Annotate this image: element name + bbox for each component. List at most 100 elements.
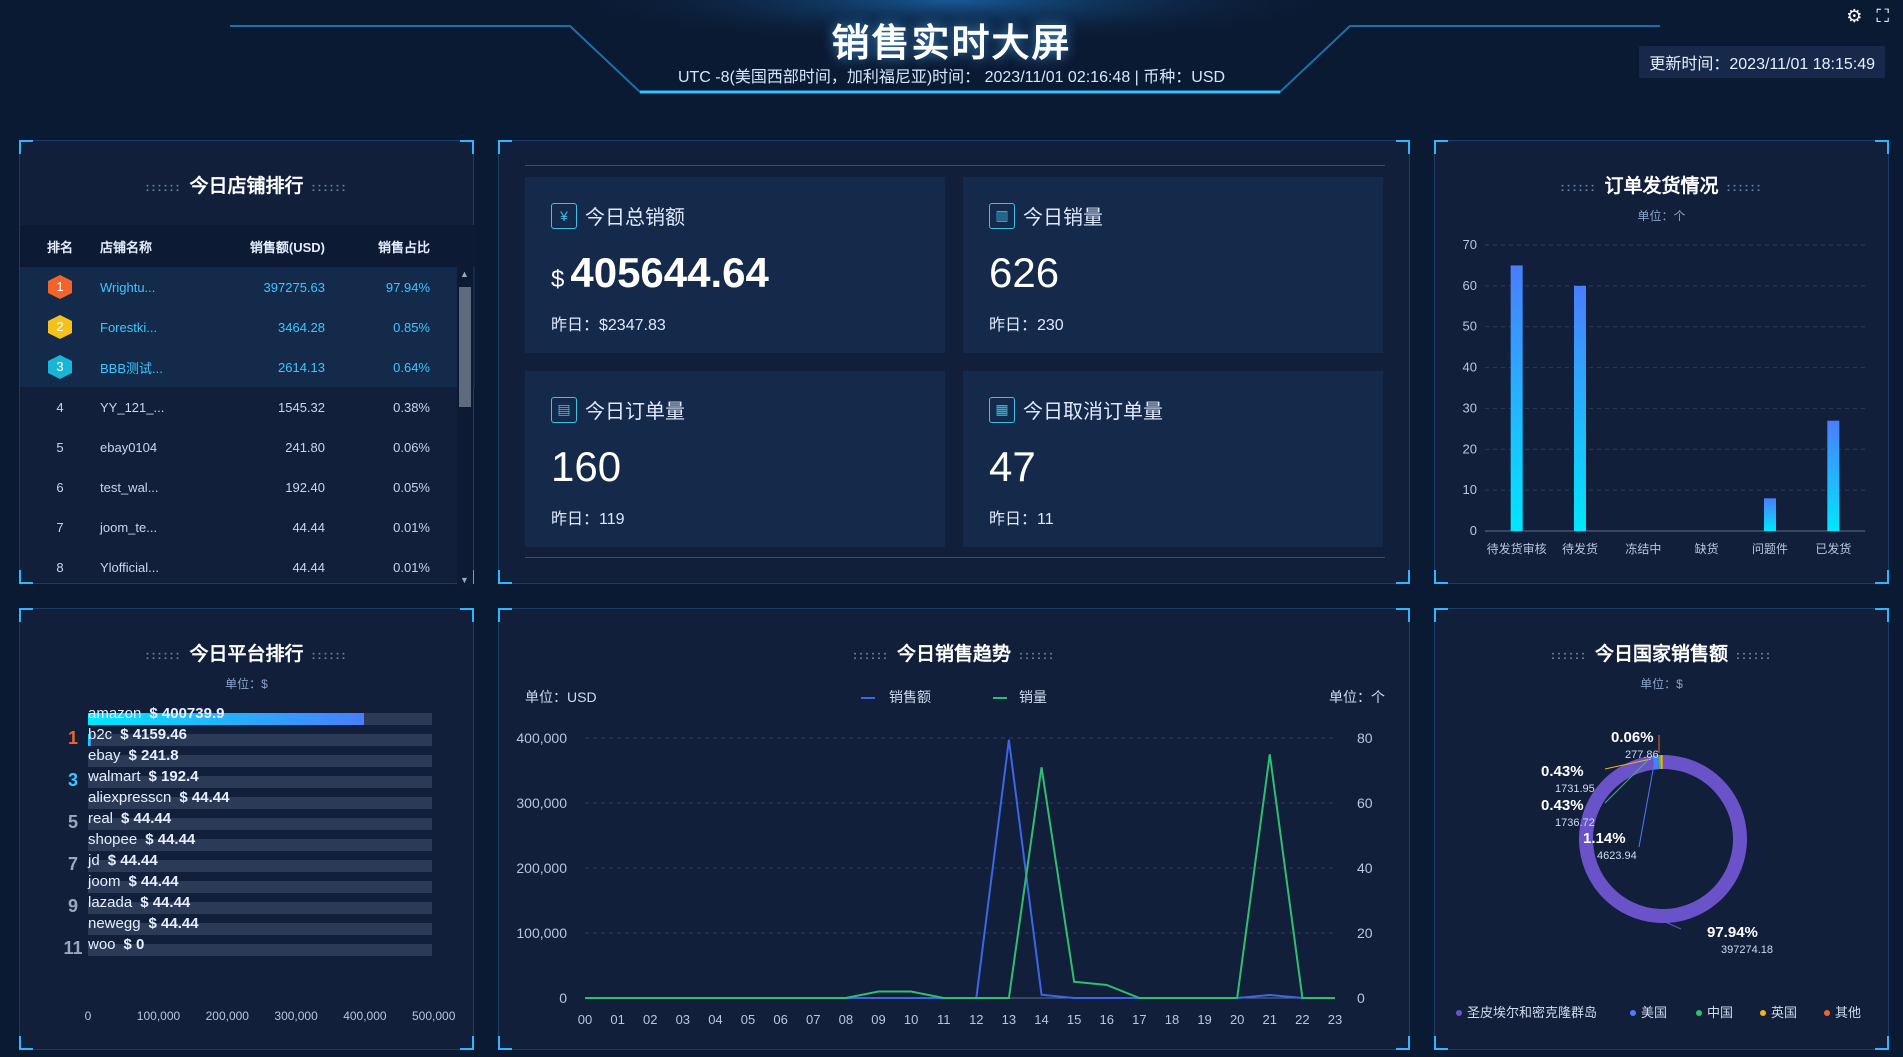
amount-cell: 241.80 [220,440,325,455]
platform-rank: 11 [58,938,88,959]
platform-name: newegg [88,915,141,932]
x-tick-label: 06 [773,1012,787,1027]
legend-sales-label: 销售额 [889,689,931,705]
rank-badge-icon: 2 [48,315,72,339]
x-tick-label: 16 [1100,1012,1114,1027]
ratio-cell: 0.85% [325,320,430,335]
x-tick-label: 冻结中 [1625,541,1661,556]
x-tick-label: 04 [708,1012,722,1027]
platform-row[interactable]: aliexpresscn$ 44.44 [20,791,460,811]
x-tick-label: 18 [1165,1012,1179,1027]
y-tick-label: 0 [1470,523,1477,538]
kpi-orders: ▤今日订单量 160 昨日：119 [525,371,945,547]
table-row[interactable]: 2Forestki...3464.280.85% [20,307,475,347]
series-line-volume [585,754,1335,998]
platform-amount: $ 400739.9 [149,705,224,722]
callout-value: 4623.94 [1597,850,1637,862]
platform-rank: 7 [58,854,88,875]
y-tick-label: 50 [1463,319,1477,334]
table-row[interactable]: 4YY_121_...1545.320.38% [20,387,475,427]
x-tick-label: 23 [1328,1012,1342,1027]
gear-icon[interactable]: ⚙ [1846,6,1862,27]
legend-dot-icon [1696,1010,1702,1016]
y-tick-label: 40 [1463,360,1477,375]
table-row[interactable]: 1Wrightu...397275.6397.94% [20,267,475,307]
x-tick-label: 15 [1067,1012,1081,1027]
platform-row[interactable]: 11woo$ 0 [20,938,460,958]
clipboard-icon: ▤ [551,397,577,423]
x-tick-label: 10 [904,1012,918,1027]
platform-row[interactable]: 3walmart$ 192.4 [20,770,460,790]
store-table: 排名 店铺名称 销售额(USD) 销售占比 1Wrightu...397275.… [20,225,475,587]
x-tick-label: 待发货审核 [1487,541,1547,556]
y-right-tick-label: 80 [1357,730,1373,746]
y-left-tick-label: 0 [559,990,567,1006]
platform-name: real [88,810,113,827]
amount-cell: 192.40 [220,480,325,495]
platform-row[interactable]: amazon$ 400739.9 [20,707,460,727]
platform-ranking-title: ::::::今日平台排行:::::: [20,639,473,666]
ratio-cell: 0.05% [325,480,430,495]
shipping-bar [1764,498,1776,531]
rank-cell: 6 [20,480,100,495]
callout-percent: 0.43% [1541,763,1584,780]
axis-tick-label: 400,000 [343,1009,383,1023]
timezone-info: UTC -8(美国西部时间，加利福尼亚)时间： 2023/11/01 02:16… [0,63,1903,87]
y-left-tick-label: 100,000 [516,925,567,941]
callout-value: 397274.18 [1721,944,1773,956]
platform-row[interactable]: ebay$ 241.8 [20,749,460,769]
kpi-sales-volume: ▥今日销量 626 昨日：230 [963,177,1383,353]
scroll-down-icon[interactable]: ▼ [460,575,469,585]
y-right-tick-label: 60 [1357,795,1373,811]
shipping-panel: ::::::订单发货情况:::::: 单位：个 010203040506070待… [1434,140,1889,584]
axis-tick-label: 500,000 [412,1009,452,1023]
legend-label: 中国 [1707,1005,1733,1020]
table-row[interactable]: 6test_wal...192.400.05% [20,467,475,507]
platform-row[interactable]: 1b2c$ 4159.46 [20,728,460,748]
platform-row[interactable]: shopee$ 44.44 [20,833,460,853]
fullscreen-icon[interactable]: ⛶ [1876,6,1889,27]
scrollbar[interactable]: ▲ ▼ [457,267,473,587]
table-row[interactable]: 8Ylofficial...44.440.01% [20,547,475,587]
platform-amount: $ 241.8 [129,747,179,764]
callout-percent: 1.14% [1583,830,1626,847]
legend-dot-icon [1824,1010,1830,1016]
series-line-sales [585,740,1335,998]
platform-row[interactable]: joom$ 44.44 [20,875,460,895]
rank-cell: 4 [20,400,100,415]
store-name-cell: YY_121_... [100,400,220,415]
ratio-cell: 0.38% [325,400,430,415]
platform-ranking-panel: ::::::今日平台排行:::::: 单位：$ amazon$ 400739.9… [19,608,474,1050]
table-row[interactable]: 3BBB测试...2614.130.64% [20,347,475,387]
x-tick-label: 03 [676,1012,690,1027]
legend-dot-icon [1760,1010,1766,1016]
scroll-thumb[interactable] [459,287,471,407]
platform-row[interactable]: 7jd$ 44.44 [20,854,460,874]
x-tick-label: 05 [741,1012,755,1027]
platform-amount: $ 0 [124,936,145,953]
store-ranking-title: ::::::今日店铺排行:::::: [20,171,473,198]
legend-dot-icon [1630,1010,1636,1016]
platform-name: aliexpresscn [88,789,171,806]
platform-row[interactable]: newegg $ 44.44 [20,917,460,937]
y-tick-label: 20 [1463,441,1477,456]
x-tick-label: 13 [1002,1012,1016,1027]
scroll-up-icon[interactable]: ▲ [460,269,469,279]
rank-cell: 7 [20,520,100,535]
platform-name: jd [88,852,100,869]
platform-amount: $ 4159.46 [120,726,187,743]
table-row[interactable]: 5ebay0104241.800.06% [20,427,475,467]
chart-icon: ▥ [989,203,1015,229]
country-donut-chart: 0.06%277.860.43%1731.950.43%1736.721.14%… [1435,609,1890,1051]
platform-amount: $ 44.44 [149,915,199,932]
platform-name: joom [88,873,121,890]
platform-row[interactable]: 5real$ 44.44 [20,812,460,832]
shipping-bar [1511,265,1523,531]
amount-cell: 397275.63 [220,280,325,295]
platform-row[interactable]: 9lazada$ 44.44 [20,896,460,916]
update-time: 更新时间：2023/11/01 18:15:49 [1639,46,1885,78]
amount-cell: 2614.13 [220,360,325,375]
table-row[interactable]: 7joom_te...44.440.01% [20,507,475,547]
table-header: 排名 店铺名称 销售额(USD) 销售占比 [20,225,475,267]
x-tick-label: 01 [610,1012,624,1027]
